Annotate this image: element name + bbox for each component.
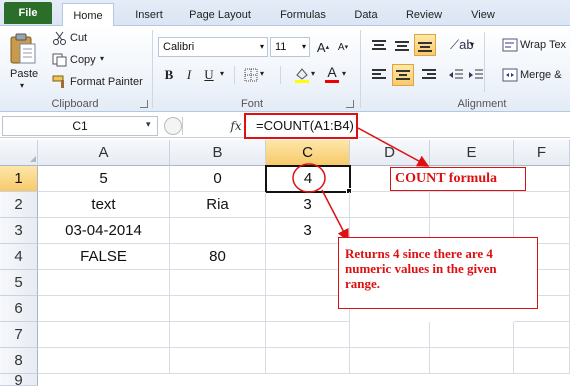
count-formula-callout: COUNT formula bbox=[390, 167, 526, 191]
annotation-overlay bbox=[292, 127, 430, 242]
returns-callout: Returns 4 since there are 4 numeric valu… bbox=[338, 237, 538, 309]
highlight-circle bbox=[292, 163, 326, 193]
result-arrow bbox=[321, 189, 349, 242]
formula-arrow bbox=[357, 127, 430, 167]
